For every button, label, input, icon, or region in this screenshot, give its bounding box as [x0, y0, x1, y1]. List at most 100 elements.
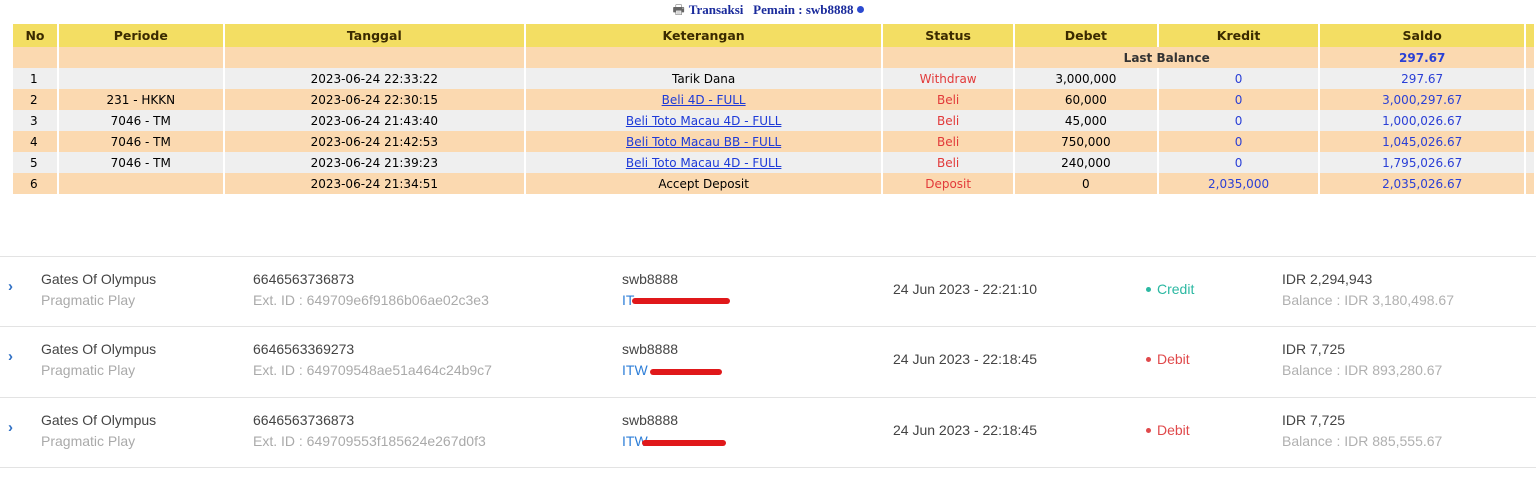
cell-kredit: 0 [1158, 131, 1319, 152]
status-label: Credit [1157, 281, 1195, 297]
cell-debet: 60,000 [1015, 89, 1157, 110]
cell-periode [58, 68, 223, 89]
cell-debet: 0 [1015, 173, 1157, 194]
info-icon[interactable] [856, 6, 864, 13]
cell-status: Beli [883, 131, 1014, 152]
cell-debet: 3,000,000 [1015, 68, 1157, 89]
status-label: Debit [1157, 351, 1190, 367]
row-edge [1525, 152, 1534, 173]
cell-saldo: 1,045,026.67 [1320, 131, 1524, 152]
external-id: Ext. ID : 649709e6f9186b06ae02c3e3 [253, 292, 489, 308]
cell-no: 3 [13, 110, 57, 131]
cell-saldo: 2,035,026.67 [1320, 173, 1524, 194]
cell-periode: 7046 - TM [58, 152, 223, 173]
cell-tanggal: 2023-06-24 21:43:40 [224, 110, 524, 131]
col-header-debet: Debet [1015, 24, 1157, 47]
game-row[interactable]: › Gates Of Olympus Pragmatic Play 664656373… [0, 256, 1536, 326]
chevron-right-icon[interactable]: › [8, 348, 13, 365]
cell-status: Withdraw [883, 68, 1014, 89]
lb-empty [13, 47, 57, 68]
col-header-edge [1525, 24, 1534, 47]
cell-no: 1 [13, 68, 57, 89]
redaction-mark [632, 298, 730, 304]
username: swb8888 [622, 412, 679, 428]
lb-empty [525, 47, 882, 68]
amount: IDR 7,725 [1282, 341, 1346, 357]
col-header-keterangan: Keterangan [525, 24, 882, 47]
status-badge: Credit [1146, 281, 1194, 297]
cell-debet: 750,000 [1015, 131, 1157, 152]
table-row: 6 2023-06-24 21:34:51 Accept Deposit Deposi… [13, 173, 1534, 194]
cell-keterangan: Beli Toto Macau 4D - FULL [525, 152, 882, 173]
username: swb8888 [622, 341, 679, 357]
col-header-status: Status [883, 24, 1014, 47]
cell-status: Beli [883, 89, 1014, 110]
provider-name: Pragmatic Play [41, 362, 136, 378]
status-dot-icon [1146, 357, 1151, 362]
cell-kredit: 0 [1158, 68, 1319, 89]
cell-periode: 7046 - TM [58, 131, 223, 152]
amount: IDR 7,725 [1282, 412, 1346, 428]
cell-keterangan: Beli Toto Macau 4D - FULL [525, 110, 882, 131]
keterangan-link[interactable]: Beli Toto Macau 4D - FULL [626, 114, 782, 128]
last-balance-label: Last Balance [1015, 47, 1319, 68]
balance: Balance : IDR 885,555.67 [1282, 433, 1443, 449]
table-row: 2 231 - HKKN 2023-06-24 22:30:15 Beli 4D - … [13, 89, 1534, 110]
keterangan-link[interactable]: Beli Toto Macau 4D - FULL [626, 156, 782, 170]
cell-no: 4 [13, 131, 57, 152]
transaction-date: 24 Jun 2023 - 22:21:10 [893, 281, 1038, 297]
cell-debet: 45,000 [1015, 110, 1157, 131]
cell-tanggal: 2023-06-24 21:42:53 [224, 131, 524, 152]
printer-icon[interactable]: 🖶 [672, 3, 684, 18]
keterangan-link[interactable]: Beli Toto Macau BB - FULL [626, 135, 781, 149]
row-edge [1525, 68, 1534, 89]
page-title: 🖶 Transaksi Pemain : swb8888 [0, 1, 1536, 19]
cell-kredit: 0 [1158, 110, 1319, 131]
cell-saldo: 1,000,026.67 [1320, 110, 1524, 131]
lb-empty [883, 47, 1014, 68]
chevron-right-icon[interactable]: › [8, 278, 13, 295]
cell-saldo: 1,795,026.67 [1320, 152, 1524, 173]
amount: IDR 2,294,943 [1282, 271, 1373, 287]
keterangan-link[interactable]: Beli 4D - FULL [662, 93, 746, 107]
cell-tanggal: 2023-06-24 22:33:22 [224, 68, 524, 89]
cell-kredit: 2,035,000 [1158, 173, 1319, 194]
col-header-periode: Periode [58, 24, 223, 47]
cell-tanggal: 2023-06-24 22:30:15 [224, 89, 524, 110]
cell-tanggal: 2023-06-24 21:39:23 [224, 152, 524, 173]
row-edge [1525, 110, 1534, 131]
chevron-right-icon[interactable]: › [8, 419, 13, 436]
col-header-kredit: Kredit [1158, 24, 1319, 47]
game-name: Gates Of Olympus [41, 271, 157, 287]
cell-periode: 7046 - TM [58, 110, 223, 131]
cell-periode [58, 173, 223, 194]
transaction-date: 24 Jun 2023 - 22:18:45 [893, 422, 1038, 438]
row-divider [0, 467, 1536, 468]
cell-keterangan: Tarik Dana [525, 68, 882, 89]
status-label: Debit [1157, 422, 1190, 438]
row-edge [1525, 89, 1534, 110]
cell-keterangan: Beli 4D - FULL [525, 89, 882, 110]
user-code: ITW [622, 362, 648, 378]
cell-no: 5 [13, 152, 57, 173]
last-balance-value: 297.67 [1320, 47, 1524, 68]
redaction-mark [650, 369, 722, 375]
cell-status: Deposit [883, 173, 1014, 194]
transaction-table: No Periode Tanggal Keterangan Status Deb… [11, 24, 1536, 194]
cell-no: 2 [13, 89, 57, 110]
game-row[interactable]: › Gates Of Olympus Pragmatic Play 664656373… [0, 397, 1536, 467]
status-badge: Debit [1146, 351, 1190, 367]
cell-saldo: 297.67 [1320, 68, 1524, 89]
username: swb8888 [622, 271, 679, 287]
cell-status: Beli [883, 152, 1014, 173]
cell-debet: 240,000 [1015, 152, 1157, 173]
external-id: Ext. ID : 649709548ae51a464c24b9c7 [253, 362, 492, 378]
status-dot-icon [1146, 287, 1151, 292]
row-edge [1525, 131, 1534, 152]
game-name: Gates Of Olympus [41, 412, 157, 428]
cell-no: 6 [13, 173, 57, 194]
game-row[interactable]: › Gates Of Olympus Pragmatic Play 664656336… [0, 326, 1536, 396]
col-header-tanggal: Tanggal [224, 24, 524, 47]
table-row: 4 7046 - TM 2023-06-24 21:42:53 Beli Toto M… [13, 131, 1534, 152]
transaction-id: 6646563736873 [253, 412, 355, 428]
